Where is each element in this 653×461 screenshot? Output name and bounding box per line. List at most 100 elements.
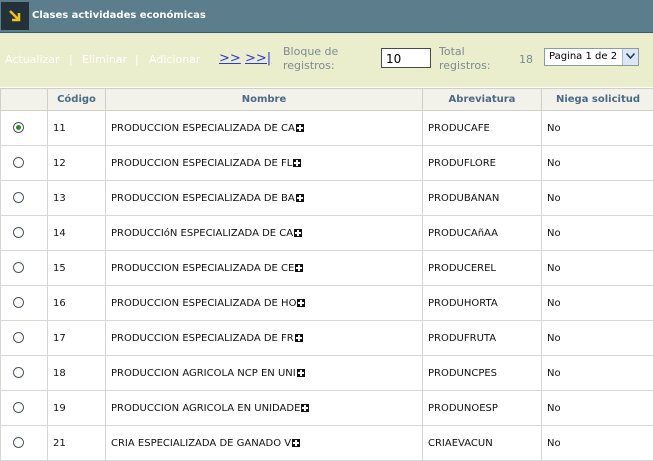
row-select-cell [0,215,48,251]
select-column-header [0,88,48,111]
abreviatura-cell: PRODUNOESP [422,390,542,426]
nombre-text: PRODUCCIóN ESPECIALIZADA DE CA [111,227,294,239]
row-radio[interactable] [13,297,24,309]
table-row[interactable]: 12 PRODUCCION ESPECIALIZADA DE FL PRODUFLO… [0,145,653,181]
table-row[interactable]: 16 PRODUCCION ESPECIALIZADA DE HO PRODUHOR… [0,285,653,321]
nombre-cell: PRODUCCION ESPECIALIZADA DE HO [105,285,423,321]
column-header-codigo[interactable]: Código [47,88,106,111]
nombre-text: PRODUCCION ESPECIALIZADA DE FR [111,332,294,344]
row-radio[interactable] [13,402,24,414]
nombre-text: PRODUCCION AGRICOLA NCP EN UNI [111,367,296,379]
row-select-cell [0,110,48,146]
abreviatura-cell: PRODUFRUTA [422,320,542,356]
row-radio[interactable] [13,332,24,344]
plus-box-icon[interactable] [293,158,302,167]
collapse-arrow-icon[interactable] [1,2,29,30]
plus-box-icon[interactable] [295,263,304,272]
bloque-label-line1: Bloque de [283,45,339,58]
row-radio[interactable] [13,227,24,239]
window-title: Clases actividades económicas [32,10,206,21]
page-select[interactable]: Pagina 1 de 2 [544,48,639,66]
niega-solicitud-cell: No [541,425,653,461]
table-header-row: Código Nombre Abreviatura Niega solicitu… [0,88,653,111]
toolbar: Actualizar | Eliminar | Adicionar >> >>|… [0,33,653,87]
table-row[interactable]: 15 PRODUCCION ESPECIALIZADA DE CE PRODUCER… [0,250,653,286]
plus-box-icon[interactable] [296,368,305,377]
bloque-registros-input[interactable] [381,48,431,68]
column-header-abreviatura[interactable]: Abreviatura [422,88,542,111]
codigo-cell: 11 [47,110,106,146]
niega-solicitud-cell: No [541,110,653,146]
niega-solicitud-cell: No [541,355,653,391]
plus-box-icon[interactable] [301,403,310,412]
adicionar-button[interactable]: Adicionar [149,53,200,66]
row-radio[interactable] [13,437,24,449]
row-select-cell [0,355,48,391]
eliminar-button[interactable]: Eliminar [82,53,127,66]
row-select-cell [0,250,48,286]
codigo-cell: 18 [47,355,106,391]
plus-box-icon[interactable] [294,228,303,237]
abreviatura-cell: PRODUHORTA [422,285,542,321]
table-row[interactable]: 11 PRODUCCION ESPECIALIZADA DE CA PRODUCAF… [0,110,653,146]
page-select-value: Pagina 1 de 2 [549,51,618,62]
codigo-cell: 16 [47,285,106,321]
table-row[interactable]: 21 CRIA ESPECIALIZADA DE GANADO V CRIAEVAC… [0,425,653,461]
row-radio[interactable] [13,122,24,134]
chevron-down-icon[interactable] [622,49,638,65]
row-radio[interactable] [13,192,24,204]
codigo-cell: 12 [47,145,106,181]
column-header-nombre[interactable]: Nombre [105,88,423,111]
row-select-cell [0,180,48,216]
niega-solicitud-cell: No [541,390,653,426]
toolbar-separator: | [135,53,139,66]
plus-box-icon[interactable] [295,123,304,132]
nombre-text: PRODUCCION AGRICOLA EN UNIDADE [111,402,301,414]
niega-solicitud-cell: No [541,215,653,251]
abreviatura-cell: PRODUCEREL [422,250,542,286]
bloque-label-line2: registros: [283,59,335,72]
row-select-cell [0,425,48,461]
column-header-niega-solicitud[interactable]: Niega solicitud [541,88,653,111]
total-registros-value: 18 [519,53,533,66]
abreviatura-cell: PRODUNCPES [422,355,542,391]
activities-table: Código Nombre Abreviatura Niega solicitu… [0,88,653,461]
toolbar-separator: | [69,53,73,66]
codigo-cell: 15 [47,250,106,286]
nombre-text: PRODUCCION ESPECIALIZADA DE CE [111,262,295,274]
codigo-cell: 13 [47,180,106,216]
plus-box-icon[interactable] [294,333,303,342]
nombre-cell: PRODUCCION ESPECIALIZADA DE FR [105,320,423,356]
next-page-link[interactable]: >> [219,51,241,66]
codigo-cell: 21 [47,425,106,461]
niega-solicitud-cell: No [541,180,653,216]
actualizar-button[interactable]: Actualizar [5,53,60,66]
last-page-link[interactable]: >>| [245,51,271,66]
table-row[interactable]: 14 PRODUCCIóN ESPECIALIZADA DE CA PRODUCAñ… [0,215,653,251]
plus-box-icon[interactable] [297,298,306,307]
abreviatura-cell: PRODUCAFE [422,110,542,146]
row-select-cell [0,390,48,426]
row-radio[interactable] [13,157,24,169]
codigo-cell: 17 [47,320,106,356]
table-row[interactable]: 17 PRODUCCION ESPECIALIZADA DE FR PRODUFRU… [0,320,653,356]
nombre-cell: PRODUCCION AGRICOLA NCP EN UNI [105,355,423,391]
niega-solicitud-cell: No [541,285,653,321]
nombre-text: PRODUCCION ESPECIALIZADA DE HO [111,297,297,309]
niega-solicitud-cell: No [541,320,653,356]
abreviatura-cell: PRODUCAñAA [422,215,542,251]
row-select-cell [0,320,48,356]
row-select-cell [0,145,48,181]
table-row[interactable]: 19 PRODUCCION AGRICOLA EN UNIDADE PRODUNOE… [0,390,653,426]
nombre-cell: CRIA ESPECIALIZADA DE GANADO V [105,425,423,461]
row-radio[interactable] [13,367,24,379]
table-row[interactable]: 18 PRODUCCION AGRICOLA NCP EN UNI PRODUNCP… [0,355,653,391]
nombre-cell: PRODUCCION ESPECIALIZADA DE CA [105,110,423,146]
nombre-cell: PRODUCCIóN ESPECIALIZADA DE CA [105,215,423,251]
table-row[interactable]: 13 PRODUCCION ESPECIALIZADA DE BA PRODUBAN… [0,180,653,216]
nombre-cell: PRODUCCION AGRICOLA EN UNIDADE [105,390,423,426]
row-radio[interactable] [13,262,24,274]
plus-box-icon[interactable] [295,193,304,202]
total-label-line1: Total [439,45,465,58]
plus-box-icon[interactable] [292,438,301,447]
